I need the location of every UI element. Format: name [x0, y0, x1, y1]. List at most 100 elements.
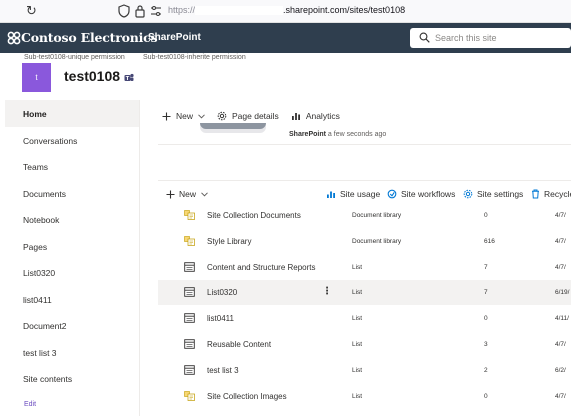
site-usage-label: Site usage	[340, 189, 381, 199]
new-content-button[interactable]: New	[166, 189, 208, 199]
row-name[interactable]: Content and Structure Reports	[207, 263, 320, 272]
row-type: List	[352, 341, 363, 348]
lock-icon[interactable]	[134, 4, 146, 18]
trash-icon	[532, 189, 539, 199]
table-row[interactable]: Site Collection Images List 0 4/7/	[158, 384, 571, 409]
row-name[interactable]: Style Library	[207, 237, 320, 246]
hub-link-unique-permission[interactable]: Sub-test0108-unique permission	[24, 54, 125, 61]
url-redacted	[195, 6, 284, 16]
row-name[interactable]: Reusable Content	[207, 340, 320, 349]
nav-edit-link[interactable]: Edit	[24, 401, 36, 408]
row-modified: 6/19/	[555, 289, 570, 296]
site-search[interactable]	[410, 28, 571, 48]
contoso-logo-icon[interactable]	[6, 30, 22, 46]
new-content-label: New	[179, 189, 197, 199]
app-name[interactable]: SharePoint	[148, 32, 201, 43]
row-item-count: 7	[484, 264, 488, 271]
page-details-label: Page details	[232, 111, 279, 121]
table-row[interactable]: Content and Structure Reports List 7 4/7…	[158, 255, 571, 280]
nav-item-document2[interactable]: Document2	[5, 312, 139, 339]
nav-item-list0411[interactable]: list0411	[5, 286, 139, 313]
nav-item-teams[interactable]: Teams	[5, 153, 139, 180]
section-divider	[158, 180, 571, 181]
search-input[interactable]	[435, 31, 565, 45]
nav-item-list0320[interactable]: List0320	[5, 259, 139, 286]
row-type: List	[352, 315, 363, 322]
row-name[interactable]: test list 3	[207, 366, 320, 375]
site-logo[interactable]: t	[22, 63, 51, 92]
hub-link-inherite-permission[interactable]: Sub-test0108-inherite permission	[143, 54, 246, 61]
table-row[interactable]: Reusable Content List 3 4/7/	[158, 332, 571, 357]
brand-name[interactable]: Contoso Electronics	[21, 30, 158, 45]
teams-icon[interactable]: T	[124, 73, 134, 83]
reload-icon[interactable]: ↻	[26, 4, 40, 18]
row-name[interactable]: Site Collection Images	[207, 392, 320, 401]
table-row[interactable]: List0320 ⋮ List 7 6/19/	[158, 280, 571, 305]
browser-toolbar: ↻ https:// .sharepoint.com/sites/test0108	[0, 0, 571, 23]
row-type: Document library	[352, 212, 402, 219]
nav-item-conversations[interactable]: Conversations	[5, 127, 139, 154]
more-options-icon[interactable]: ⋮	[322, 286, 332, 297]
recycle-bin-label: Recycle	[544, 189, 571, 199]
url-scheme: https://	[168, 5, 196, 15]
row-modified: 4/7/	[555, 393, 566, 400]
row-type: List	[352, 393, 363, 400]
table-row[interactable]: Site Collection Documents Document libra…	[158, 203, 571, 228]
nav-item-site-contents[interactable]: Site contents	[5, 365, 139, 392]
recent-activity-card[interactable]: SharePoint a few seconds ago	[158, 123, 571, 145]
workflow-icon	[387, 189, 397, 199]
gear-icon	[217, 111, 227, 121]
permissions-icon[interactable]	[150, 5, 162, 17]
site-workflows-button[interactable]: Site workflows	[387, 189, 455, 199]
row-item-count: 7	[484, 289, 488, 296]
recycle-bin-button[interactable]: Recycle	[531, 189, 571, 199]
row-type: List	[352, 264, 363, 271]
activity-thumbnail	[200, 123, 266, 133]
row-name[interactable]: List0320	[207, 288, 320, 297]
new-page-label: New	[176, 111, 194, 121]
library-icon	[184, 210, 195, 220]
table-row[interactable]: list0411 List 0 4/11/	[158, 306, 571, 331]
row-modified: 4/7/	[555, 341, 566, 348]
site-usage-button[interactable]: Site usage	[326, 189, 380, 199]
site-title[interactable]: test0108	[64, 68, 120, 84]
row-name[interactable]: Site Collection Documents	[207, 211, 320, 220]
row-item-count: 3	[484, 341, 488, 348]
list-icon	[184, 339, 195, 349]
suite-bar: Contoso Electronics SharePoint	[0, 23, 571, 53]
new-page-button[interactable]: New	[162, 111, 205, 121]
list-icon	[184, 287, 195, 297]
activity-meta: SharePoint a few seconds ago	[289, 131, 386, 138]
address-bar[interactable]: https:// .sharepoint.com/sites/test0108	[168, 5, 406, 16]
left-navigation: Home Conversations Teams Documents Noteb…	[0, 100, 140, 416]
page-details-button[interactable]: Page details	[217, 111, 279, 121]
shield-icon[interactable]	[118, 4, 130, 18]
row-item-count: 2	[484, 367, 488, 374]
row-type: List	[352, 289, 363, 296]
chart-icon	[327, 191, 335, 198]
row-item-count: 0	[484, 315, 488, 322]
library-icon	[184, 391, 195, 401]
url-host: .sharepoint.com/sites/test0108	[283, 5, 406, 15]
site-settings-button[interactable]: Site settings	[463, 189, 523, 199]
plus-icon	[162, 112, 171, 120]
table-row[interactable]: Style Library Document library 616 4/7/	[158, 229, 571, 254]
chevron-down-icon	[201, 191, 208, 197]
search-icon	[419, 32, 430, 43]
analytics-button[interactable]: Analytics	[291, 111, 340, 121]
row-modified: 4/11/	[555, 315, 569, 322]
analytics-icon	[291, 113, 300, 120]
nav-item-documents[interactable]: Documents	[5, 180, 139, 207]
row-item-count: 0	[484, 393, 488, 400]
analytics-label: Analytics	[305, 111, 340, 121]
gear-icon	[463, 189, 473, 199]
nav-item-notebook[interactable]: Notebook	[5, 206, 139, 233]
activity-source: SharePoint	[289, 131, 326, 138]
row-name[interactable]: list0411	[207, 314, 320, 323]
nav-item-test-list-3[interactable]: test list 3	[5, 339, 139, 366]
row-item-count: 0	[484, 212, 488, 219]
nav-item-home[interactable]: Home	[5, 100, 139, 127]
table-row[interactable]: test list 3 List 2 6/2/	[158, 358, 571, 383]
nav-item-pages[interactable]: Pages	[5, 233, 139, 260]
list-icon	[184, 313, 195, 323]
